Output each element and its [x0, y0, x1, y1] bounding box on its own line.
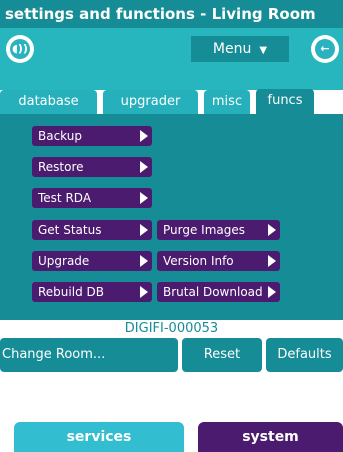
play-arrow-icon: [140, 130, 148, 142]
change-room-button[interactable]: Change Room...: [0, 338, 178, 372]
brutal-download-button[interactable]: Brutal Download: [157, 282, 280, 302]
tab-database[interactable]: database: [0, 90, 97, 114]
version-info-button[interactable]: Version Info: [157, 251, 280, 271]
speaker-icon: ◖)): [10, 39, 30, 59]
upgrade-button[interactable]: Upgrade: [32, 251, 152, 271]
defaults-button[interactable]: Defaults: [266, 338, 343, 372]
play-arrow-icon: [140, 286, 148, 298]
menu-label: Menu: [212, 41, 252, 57]
backup-button[interactable]: Backup: [32, 126, 152, 146]
play-arrow-icon: [268, 286, 276, 298]
restore-button[interactable]: Restore: [32, 157, 152, 177]
reset-button[interactable]: Reset: [182, 338, 262, 372]
backup-label: Backup: [38, 129, 82, 143]
device-id: DIGIFI-000053: [124, 321, 219, 336]
restore-label: Restore: [38, 160, 84, 174]
purge-images-label: Purge Images: [163, 223, 246, 237]
menu-button[interactable]: Menu ▼: [191, 36, 289, 62]
play-arrow-icon: [140, 192, 148, 204]
tab-bar: database upgrader misc funcs: [0, 89, 343, 114]
play-arrow-icon: [140, 224, 148, 236]
play-arrow-icon: [268, 224, 276, 236]
play-arrow-icon: [268, 255, 276, 267]
test-rda-label: Test RDA: [38, 191, 92, 205]
tab-upgrader[interactable]: upgrader: [103, 90, 198, 114]
tab-funcs[interactable]: funcs: [256, 89, 314, 114]
toolbar: ◖)) Menu ▼ ←: [0, 28, 343, 90]
chevron-down-icon: ▼: [259, 45, 268, 56]
funcs-panel: Backup Restore Test RDA Get Status Upgra…: [0, 114, 343, 320]
speaker-button[interactable]: ◖)): [6, 35, 34, 63]
rebuild-db-button[interactable]: Rebuild DB: [32, 282, 152, 302]
window-title: settings and functions - Living Room: [0, 0, 343, 28]
tab-services[interactable]: services: [14, 422, 184, 452]
rebuild-db-label: Rebuild DB: [38, 285, 104, 299]
play-arrow-icon: [140, 161, 148, 173]
version-info-label: Version Info: [163, 254, 234, 268]
back-button[interactable]: ←: [311, 35, 339, 63]
test-rda-button[interactable]: Test RDA: [32, 188, 152, 208]
tab-system[interactable]: system: [198, 422, 343, 452]
get-status-button[interactable]: Get Status: [32, 220, 152, 240]
play-arrow-icon: [140, 255, 148, 267]
tab-misc[interactable]: misc: [204, 90, 250, 114]
back-arrow-icon: ←: [315, 39, 335, 59]
get-status-label: Get Status: [38, 223, 102, 237]
upgrade-label: Upgrade: [38, 254, 90, 268]
brutal-download-label: Brutal Download: [163, 285, 263, 299]
purge-images-button[interactable]: Purge Images: [157, 220, 280, 240]
